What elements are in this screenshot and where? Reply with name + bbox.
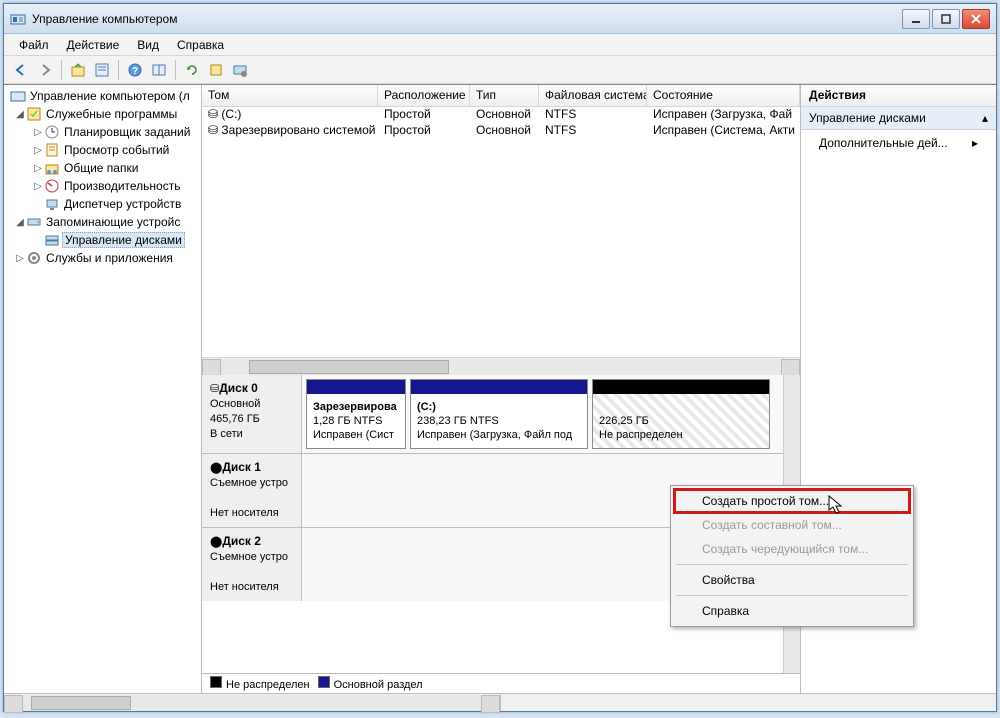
close-button[interactable] — [962, 9, 990, 29]
volume-list[interactable]: ⛁ (C:) Простой Основной NTFS Исправен (З… — [202, 107, 800, 357]
disk-info[interactable]: ⬤Диск 1 Съемное устро Нет носителя — [202, 454, 302, 527]
tree-event-viewer[interactable]: ▷Просмотр событий — [6, 141, 199, 159]
titlebar[interactable]: Управление компьютером — [4, 4, 996, 34]
tree-root[interactable]: Управление компьютером (л — [6, 87, 199, 105]
removable-icon: ⬤ — [210, 536, 222, 548]
actions-disk-management[interactable]: Управление дисками ▴ — [801, 107, 996, 130]
actions-more[interactable]: Дополнительные дей... ▸ — [801, 130, 996, 156]
back-button[interactable] — [10, 59, 32, 81]
col-fs[interactable]: Файловая система — [539, 85, 647, 106]
context-menu: Создать простой том... Создать составной… — [670, 485, 914, 627]
refresh-button[interactable] — [181, 59, 203, 81]
settings-button[interactable] — [229, 59, 251, 81]
ctx-create-spanned-volume: Создать составной том... — [674, 513, 910, 537]
tree-task-scheduler[interactable]: ▷Планировщик заданий — [6, 123, 199, 141]
disk-icon: ⛁ — [208, 107, 218, 121]
disk-info[interactable]: ⬤Диск 2 Съемное устро Нет носителя — [202, 528, 302, 601]
tree-system-tools[interactable]: ◢Служебные программы — [6, 105, 199, 123]
menu-help[interactable]: Справка — [168, 36, 233, 54]
col-type[interactable]: Тип — [470, 85, 539, 106]
forward-button[interactable] — [34, 59, 56, 81]
properties-button[interactable] — [91, 59, 113, 81]
volume-row[interactable]: ⛁ (C:) Простой Основной NTFS Исправен (З… — [202, 107, 800, 123]
volume-header: Том Расположение Тип Файловая система Со… — [202, 85, 800, 107]
tree-services-apps[interactable]: ▷Службы и приложения — [6, 249, 199, 267]
ctx-create-simple-volume[interactable]: Создать простой том... — [674, 489, 910, 513]
disk-row-0: ⛁Диск 0 Основной 465,76 ГБ В сети Зарезе… — [202, 375, 783, 454]
toolbar: ? — [4, 56, 996, 84]
col-status[interactable]: Состояние — [647, 85, 800, 106]
partition-unallocated[interactable]: 226,25 ГБ Не распределен — [592, 379, 770, 449]
tree-performance[interactable]: ▷Производительность — [6, 177, 199, 195]
chevron-right-icon: ▸ — [972, 136, 978, 150]
action-button[interactable] — [205, 59, 227, 81]
actions-header: Действия — [801, 85, 996, 107]
maximize-button[interactable] — [932, 9, 960, 29]
ctx-properties[interactable]: Свойства — [674, 568, 910, 592]
help-button[interactable]: ? — [124, 59, 146, 81]
tree-storage[interactable]: ◢Запоминающие устройс — [6, 213, 199, 231]
partition-c[interactable]: (C:) 238,23 ГБ NTFS Исправен (Загрузка, … — [410, 379, 588, 449]
removable-icon: ⬤ — [210, 462, 222, 474]
hscroll[interactable] — [202, 357, 800, 375]
collapse-icon: ▴ — [982, 111, 988, 125]
app-icon — [10, 11, 26, 27]
disk-info[interactable]: ⛁Диск 0 Основной 465,76 ГБ В сети — [202, 375, 302, 453]
tree-device-manager[interactable]: Диспетчер устройств — [6, 195, 199, 213]
disk-icon: ⛁ — [210, 383, 219, 395]
volume-row[interactable]: ⛁ Зарезервировано системой Простой Основ… — [202, 123, 800, 139]
nav-tree[interactable]: Управление компьютером (л ◢Служебные про… — [4, 85, 202, 693]
col-volume[interactable]: Том — [202, 85, 378, 106]
col-layout[interactable]: Расположение — [378, 85, 470, 106]
minimize-button[interactable] — [902, 9, 930, 29]
menu-view[interactable]: Вид — [128, 36, 168, 54]
menubar: Файл Действие Вид Справка — [4, 34, 996, 56]
partition-reserved[interactable]: Зарезервирова 1,28 ГБ NTFS Исправен (Сис… — [306, 379, 406, 449]
legend: Не распределен Основной раздел — [202, 673, 800, 693]
menu-action[interactable]: Действие — [58, 36, 129, 54]
tree-disk-management[interactable]: Управление дисками — [6, 231, 199, 249]
tree-shared-folders[interactable]: ▷Общие папки — [6, 159, 199, 177]
window-title: Управление компьютером — [32, 12, 900, 26]
ctx-create-striped-volume: Создать чередующийся том... — [674, 537, 910, 561]
menu-file[interactable]: Файл — [10, 36, 58, 54]
svg-text:?: ? — [132, 66, 138, 77]
disk-icon: ⛁ — [208, 123, 218, 137]
up-button[interactable] — [67, 59, 89, 81]
view-button[interactable] — [148, 59, 170, 81]
ctx-help[interactable]: Справка — [674, 599, 910, 623]
bottom-scroll[interactable] — [4, 693, 996, 711]
